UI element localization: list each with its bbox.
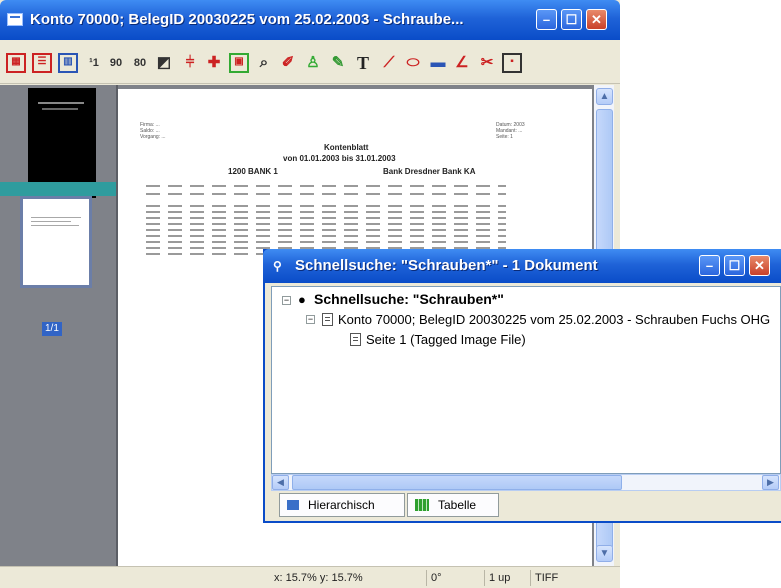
scroll-down-icon[interactable]: ▼: [596, 545, 613, 562]
table-row: [146, 217, 506, 219]
collapse-document-icon[interactable]: −: [306, 315, 315, 324]
hierarchy-icon: [287, 500, 299, 510]
search-minimize-button[interactable]: –: [699, 255, 720, 276]
cut-icon[interactable]: ✂: [477, 53, 497, 73]
document-title: Kontenblatt: [324, 143, 369, 152]
scroll-left-icon[interactable]: ◀: [272, 475, 289, 490]
tab-table-label: Tabelle: [438, 498, 477, 512]
collapse-root-icon[interactable]: −: [282, 296, 291, 305]
search-maximize-button[interactable]: ☐: [724, 255, 745, 276]
search-title-bar[interactable]: ⚲ Schnellsuche: "Schrauben*" - 1 Dokumen…: [263, 249, 781, 283]
toolbar: ▦ ☰ ▥ ¹1 90 80 ◩ ⫩ ✚ ▣ ⌕ ✐ ♙ ✎ T ⟋ ⬭ ▬ ∠…: [0, 44, 620, 84]
table-row: [146, 205, 506, 207]
document-period: von 01.01.2003 bis 31.01.2003: [283, 154, 396, 163]
maximize-button[interactable]: ☐: [561, 9, 582, 30]
tab-hierarchical[interactable]: Hierarchisch: [279, 493, 405, 517]
frame-icon[interactable]: ▣: [229, 53, 249, 73]
thumb-line: [31, 217, 81, 218]
split-h-icon[interactable]: ☰: [32, 53, 52, 73]
crop-icon[interactable]: ◩: [154, 53, 174, 73]
horizontal-scroll-thumb[interactable]: [292, 475, 622, 490]
pen-icon[interactable]: ⟋: [379, 53, 399, 73]
search-results-window: ⚲ Schnellsuche: "Schrauben*" - 1 Dokumen…: [263, 249, 781, 523]
search-title: Schnellsuche: "Schrauben*" - 1 Dokument: [295, 257, 598, 274]
account-label: 1200 BANK 1: [228, 167, 278, 176]
tree-document-node[interactable]: Konto 70000; BelegID 20030225 vom 25.02.…: [338, 312, 770, 327]
thumbnail-selection-bar: [0, 182, 116, 196]
page90-icon[interactable]: 90: [106, 53, 126, 73]
status-coordinates: x: 15.7% y: 15.7%: [274, 572, 363, 584]
bank-label: Bank Dresdner Bank KA: [383, 167, 476, 176]
search-icon: ⚲: [273, 259, 282, 273]
thumb-line: [31, 225, 79, 226]
page-counter-label: 1/1: [42, 322, 62, 336]
close-button[interactable]: ✕: [586, 9, 607, 30]
highlighter-icon[interactable]: ✎: [328, 53, 348, 73]
scan-line: [38, 102, 84, 104]
tab-hierarchical-label: Hierarchisch: [308, 498, 375, 512]
thumbnail-panel: 1/1: [0, 85, 118, 566]
export-icon[interactable]: ▪: [502, 53, 522, 73]
status-rotation: 0°: [426, 570, 482, 586]
table-row: [146, 223, 506, 225]
table-row: [146, 235, 506, 237]
marker-box-icon[interactable]: ▬: [428, 53, 448, 73]
tab-table[interactable]: Tabelle: [407, 493, 499, 517]
status-bar: x: 15.7% y: 15.7% 0° 1 up TIFF: [0, 566, 620, 588]
document-icon: [322, 313, 333, 326]
pick-icon[interactable]: ✐: [278, 53, 298, 73]
page-icon: [350, 333, 361, 346]
viewer-title-bar[interactable]: Konto 70000; BelegID 20030225 vom 25.02.…: [0, 0, 620, 40]
thumbnail-page[interactable]: [20, 196, 92, 288]
split-line-icon[interactable]: ⫩: [180, 53, 200, 73]
table-header-row: [146, 185, 506, 187]
tree-root-node[interactable]: Schnellsuche: "Schrauben*": [314, 291, 504, 307]
zoom-icon[interactable]: ⌕: [254, 53, 274, 73]
scroll-right-icon[interactable]: ▶: [762, 475, 779, 490]
grid-icon[interactable]: ▦: [6, 53, 26, 73]
header-right: Datum: 2003 Mandant: ... Seite: 1: [496, 122, 525, 140]
page1-icon[interactable]: ¹1: [84, 53, 104, 73]
tree-page-node[interactable]: Seite 1 (Tagged Image File): [366, 332, 526, 347]
scroll-up-icon[interactable]: ▲: [596, 88, 613, 105]
stamp-icon[interactable]: ♙: [303, 53, 323, 73]
table-icon: [415, 499, 429, 511]
table-row: [146, 229, 506, 231]
header-left: Firma: ... Saldo: ... Vorgang: ...: [140, 122, 166, 140]
page80-icon[interactable]: 80: [130, 53, 150, 73]
table-header-row: [146, 193, 506, 195]
bullet-icon: ●: [298, 292, 306, 307]
app-window-icon: [7, 13, 23, 26]
split-v-icon[interactable]: ▥: [58, 53, 78, 73]
angle-icon[interactable]: ∠: [452, 53, 472, 73]
thumb-line: [31, 221, 71, 222]
status-layout: 1 up: [484, 570, 528, 586]
search-close-button[interactable]: ✕: [749, 255, 770, 276]
horizontal-scrollbar[interactable]: ◀ ▶: [271, 474, 781, 491]
status-format: TIFF: [530, 570, 558, 586]
results-tree: − ● Schnellsuche: "Schrauben*" − Konto 7…: [271, 286, 781, 474]
viewer-title: Konto 70000; BelegID 20030225 vom 25.02.…: [30, 11, 464, 28]
scan-line: [42, 108, 78, 110]
table-row: [146, 211, 506, 213]
table-row: [146, 241, 506, 243]
split-marker-icon[interactable]: ✚: [204, 53, 224, 73]
minimize-button[interactable]: –: [536, 9, 557, 30]
lasso-icon[interactable]: ⬭: [403, 53, 423, 73]
text-icon[interactable]: T: [353, 53, 373, 73]
